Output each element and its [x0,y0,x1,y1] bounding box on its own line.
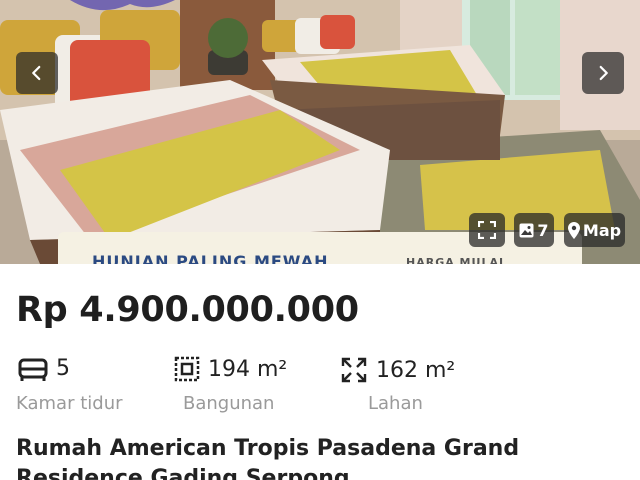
map-pin-icon [567,221,580,239]
building-label: Bangunan [183,393,275,414]
listing-price: Rp 4.900.000.000 [16,290,359,330]
spec-bedrooms: 5 [18,356,70,381]
floor-plan-icon [174,356,200,382]
land-label: Lahan [368,393,423,414]
expand-arrows-icon [341,357,367,383]
bedroom-count: 5 [56,356,70,381]
photo-count-button[interactable]: 7 [514,213,554,247]
map-label: Map [582,220,622,240]
bed-icon [18,358,48,381]
fullscreen-icon [478,221,496,239]
spec-land: 162 m² [340,356,455,384]
bedroom-label: Kamar tidur [16,393,123,414]
chevron-right-icon [599,65,608,81]
map-button[interactable]: Map [564,213,625,247]
photo-count: 7 [537,220,549,240]
building-area: 194 m² [208,356,288,382]
spec-building: 194 m² [174,356,287,382]
chevron-left-icon [32,65,41,81]
fullscreen-button[interactable] [469,213,505,247]
land-area: 162 m² [376,357,456,383]
photo-gallery[interactable]: HUNIAN PALING MEWAH HARGA MULAI 7 Map [0,0,640,264]
image-icon [519,223,534,237]
next-photo-button[interactable] [582,52,624,94]
banner-subtitle: HARGA MULAI [406,256,505,264]
listing-title[interactable]: Rumah American Tropis Pasadena Grand Res… [16,434,626,480]
previous-photo-button[interactable] [16,52,58,94]
banner-title: HUNIAN PALING MEWAH [92,252,329,264]
